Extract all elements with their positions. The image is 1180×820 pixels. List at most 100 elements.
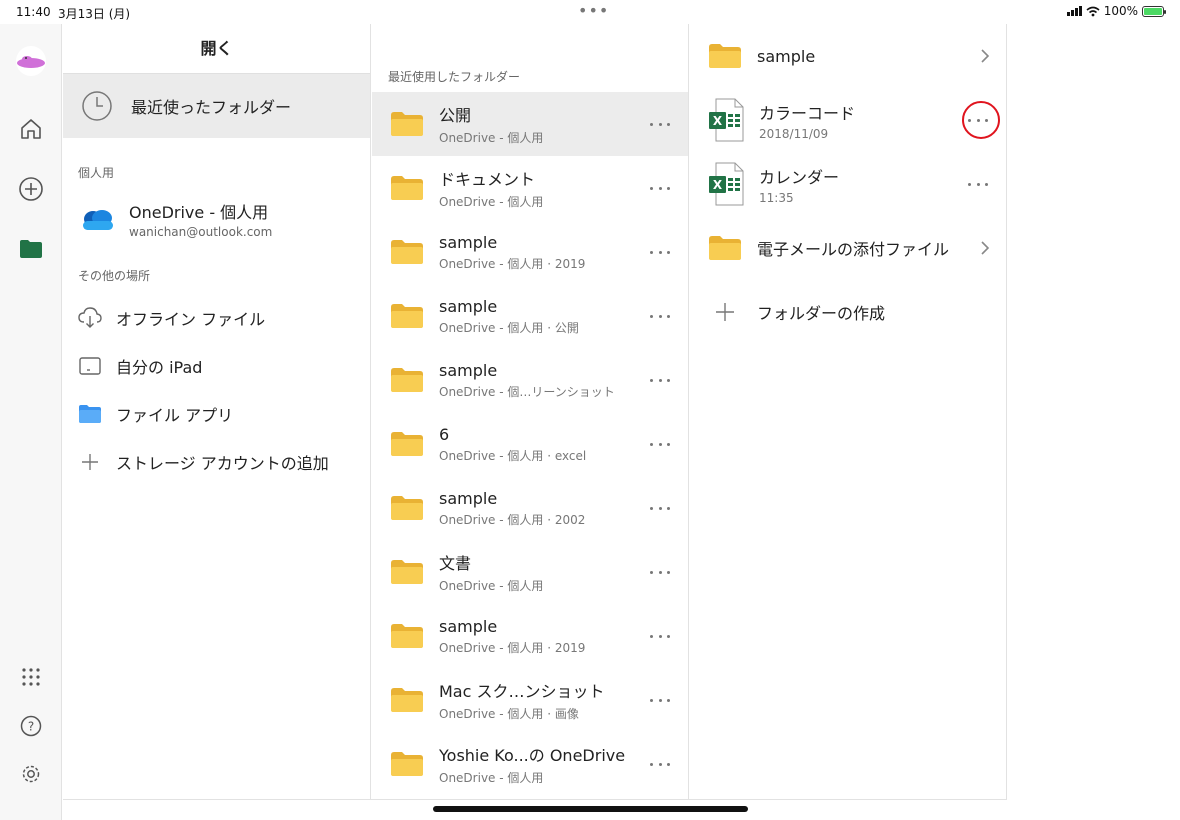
multitasking-dots-icon[interactable]: ••• bbox=[578, 1, 609, 20]
account-email: wanichan@outlook.com bbox=[129, 225, 273, 239]
chevron-right-icon bbox=[981, 49, 990, 63]
item-date: 11:35 bbox=[759, 190, 794, 205]
folder-location: OneDrive - 個人用 · 公開 bbox=[439, 320, 579, 335]
recent-folder-item[interactable]: sample OneDrive - 個人用 · 2019 bbox=[372, 220, 688, 284]
folder-icon bbox=[391, 688, 423, 712]
add-storage-account-label: ストレージ アカウントの追加 bbox=[116, 454, 329, 473]
folder-icon bbox=[391, 368, 423, 392]
create-folder-label: フォルダーの作成 bbox=[757, 304, 886, 323]
more-options-icon[interactable] bbox=[650, 564, 670, 580]
status-time: 11:40 bbox=[16, 5, 51, 19]
more-options-icon[interactable] bbox=[650, 372, 670, 388]
recent-folder-item[interactable]: Yoshie Ko...の OneDrive OneDrive - 個人用 bbox=[372, 732, 688, 796]
status-bar: 11:40 3月13日 (月) ••• 100% bbox=[0, 0, 1180, 24]
plus-icon bbox=[82, 454, 98, 470]
more-options-icon[interactable] bbox=[968, 176, 988, 192]
recent-folder-list: 公開 OneDrive - 個人用 ドキュメント OneDrive - 個人用 … bbox=[372, 92, 688, 796]
create-folder-item[interactable]: フォルダーの作成 bbox=[690, 280, 1006, 344]
status-date: 3月13日 (月) bbox=[58, 7, 131, 21]
svg-text:X: X bbox=[713, 178, 723, 192]
more-options-icon[interactable] bbox=[650, 692, 670, 708]
svg-text:?: ? bbox=[28, 720, 34, 734]
status-indicators: 100% bbox=[1066, 4, 1166, 18]
folder-icon bbox=[391, 432, 423, 456]
more-options-icon[interactable] bbox=[650, 500, 670, 516]
highlight-circle bbox=[962, 101, 1000, 139]
recent-folders-section-label: 最近使用したフォルダー bbox=[388, 70, 521, 84]
offline-files-item[interactable]: オフライン ファイル bbox=[63, 294, 370, 342]
files-app-icon bbox=[79, 405, 101, 423]
recent-folder-item[interactable]: sample OneDrive - 個人用 · 公開 bbox=[372, 284, 688, 348]
recent-folders-item[interactable]: 最近使ったフォルダー bbox=[63, 74, 370, 138]
onedrive-cloud-icon bbox=[83, 210, 113, 230]
recent-folders-pane: 最近使用したフォルダー 公開 OneDrive - 個人用 ドキュメント One… bbox=[372, 24, 689, 800]
plus-icon bbox=[716, 303, 734, 321]
clock-icon bbox=[82, 91, 112, 121]
subfolder-item[interactable]: 電子メールの添付ファイル bbox=[690, 216, 1006, 280]
home-icon[interactable] bbox=[14, 112, 48, 146]
folder-icon bbox=[391, 176, 423, 200]
folder-name: 文書 bbox=[439, 554, 472, 573]
settings-icon[interactable] bbox=[14, 757, 48, 791]
folder-name: sample bbox=[439, 296, 498, 316]
add-circle-icon[interactable] bbox=[14, 172, 48, 206]
account-name: OneDrive - 個人用 bbox=[129, 203, 269, 222]
folder-location: OneDrive - 個…リーンショット bbox=[439, 384, 615, 399]
battery-icon bbox=[1142, 5, 1166, 17]
app-avatar-icon[interactable] bbox=[14, 46, 48, 76]
svg-text:X: X bbox=[713, 114, 723, 128]
recent-folder-item[interactable]: 公開 OneDrive - 個人用 bbox=[372, 92, 688, 156]
subfolder-item[interactable]: sample bbox=[690, 24, 1006, 88]
my-ipad-item[interactable]: 自分の iPad bbox=[63, 342, 370, 390]
onedrive-account-item[interactable]: OneDrive - 個人用 wanichan@outlook.com bbox=[63, 189, 370, 249]
item-name: カラーコード bbox=[759, 103, 856, 123]
help-icon[interactable]: ? bbox=[14, 709, 48, 743]
recent-folder-item[interactable]: ドキュメント OneDrive - 個人用 bbox=[372, 156, 688, 220]
recent-folders-label: 最近使ったフォルダー bbox=[131, 98, 292, 117]
app-rail: ? bbox=[0, 24, 62, 820]
item-date: 2018/11/09 bbox=[759, 126, 829, 141]
folder-location: OneDrive - 個人用 bbox=[439, 771, 544, 785]
folder-name: sample bbox=[439, 488, 498, 508]
apps-grid-icon[interactable] bbox=[14, 660, 48, 694]
pane-title: 開く bbox=[63, 24, 370, 74]
recent-folder-item[interactable]: sample OneDrive - 個人用 · 2019 bbox=[372, 604, 688, 668]
recent-folder-item[interactable]: sample OneDrive - 個人用 · 2002 bbox=[372, 476, 688, 540]
recent-folder-item[interactable]: Mac スク…ンショット OneDrive - 個人用 · 画像 bbox=[372, 668, 688, 732]
home-indicator bbox=[433, 806, 748, 812]
files-app-item[interactable]: ファイル アプリ bbox=[63, 390, 370, 438]
folder-contents-pane: sample X カラーコード 2018/11/09 X カレンダー 11:35… bbox=[690, 24, 1007, 800]
more-options-icon[interactable] bbox=[650, 628, 670, 644]
excel-file-item[interactable]: X カレンダー 11:35 bbox=[690, 152, 1006, 216]
recent-folder-item[interactable]: 6 OneDrive - 個人用 · excel bbox=[372, 412, 688, 476]
more-options-icon[interactable] bbox=[650, 308, 670, 324]
add-storage-account-item[interactable]: ストレージ アカウントの追加 bbox=[63, 438, 370, 486]
ipad-icon bbox=[79, 357, 101, 375]
folder-name: sample bbox=[439, 360, 498, 380]
folder-location: OneDrive - 個人用 bbox=[439, 131, 544, 145]
item-name: sample bbox=[757, 46, 816, 66]
folder-icon bbox=[391, 624, 423, 648]
files-app-label: ファイル アプリ bbox=[116, 406, 234, 425]
personal-section-label: 個人用 bbox=[78, 166, 115, 180]
excel-file-icon: X bbox=[709, 98, 744, 142]
folder-icon[interactable] bbox=[14, 232, 48, 266]
folder-location: OneDrive - 個人用 · excel bbox=[439, 448, 587, 463]
excel-file-item[interactable]: X カラーコード 2018/11/09 bbox=[690, 88, 1006, 152]
more-options-icon[interactable] bbox=[650, 244, 670, 260]
more-options-icon[interactable] bbox=[650, 756, 670, 772]
folder-name: 公開 bbox=[439, 106, 472, 125]
folder-location: OneDrive - 個人用 · 2002 bbox=[439, 512, 586, 527]
battery-percent: 100% bbox=[1103, 4, 1138, 18]
more-options-icon[interactable] bbox=[650, 436, 670, 452]
my-ipad-label: 自分の iPad bbox=[116, 358, 203, 377]
more-options-icon[interactable] bbox=[650, 116, 670, 132]
folder-name: Yoshie Ko...の OneDrive bbox=[439, 746, 626, 765]
folder-location: OneDrive - 個人用 bbox=[439, 579, 544, 593]
recent-folder-item[interactable]: 文書 OneDrive - 個人用 bbox=[372, 540, 688, 604]
other-locations-label: その他の場所 bbox=[78, 269, 151, 283]
folder-location: OneDrive - 個人用 · 2019 bbox=[439, 256, 586, 271]
more-options-icon[interactable] bbox=[650, 180, 670, 196]
folder-name: 6 bbox=[439, 424, 450, 444]
recent-folder-item[interactable]: sample OneDrive - 個…リーンショット bbox=[372, 348, 688, 412]
